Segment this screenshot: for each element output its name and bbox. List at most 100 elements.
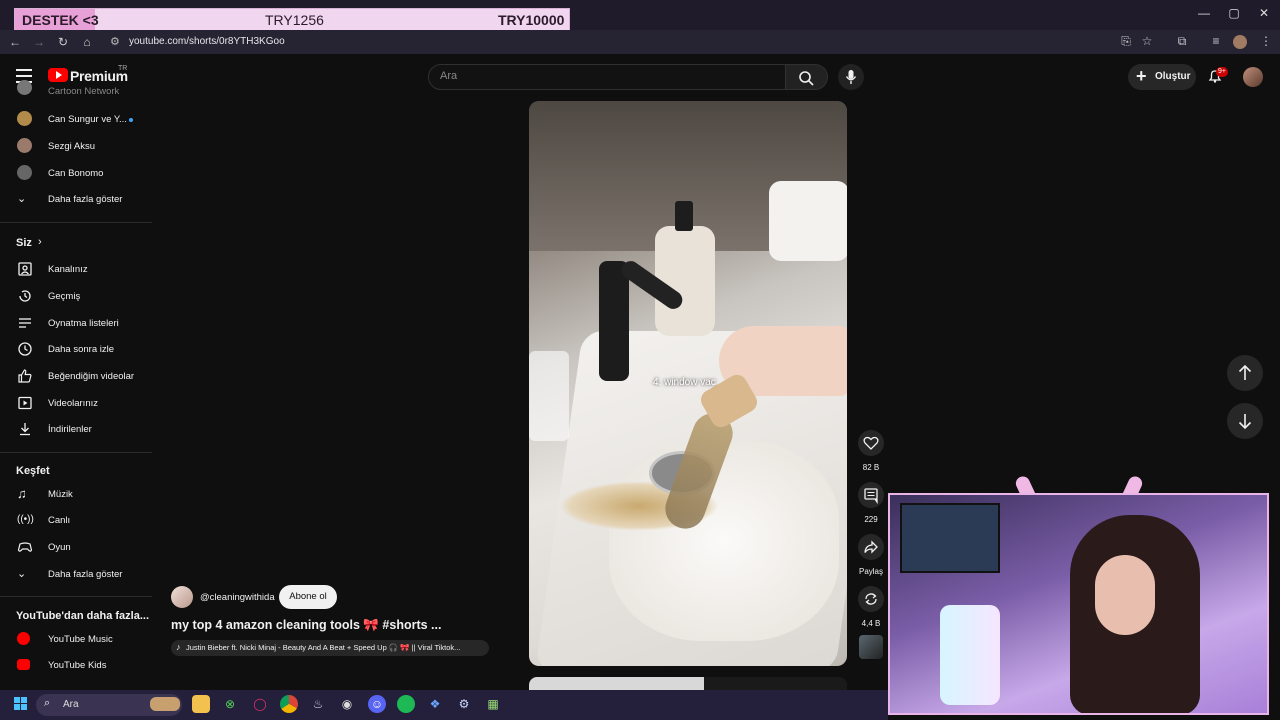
subscribe-button[interactable]: Abone ol [279, 585, 337, 609]
search-input[interactable] [428, 64, 786, 90]
spotify-icon[interactable] [397, 695, 415, 713]
back-icon[interactable]: ← [7, 34, 23, 50]
sidebar-item-label: Beğendiğim videolar [48, 371, 135, 382]
create-button[interactable]: + Oluştur [1128, 64, 1196, 90]
sidebar-item-label: Sezgi Aksu [48, 141, 95, 152]
install-app-icon[interactable]: ⎘ [1118, 34, 1134, 49]
sidebar-item-history[interactable]: Geçmiş [0, 283, 152, 309]
video-scene-soap-bottle [655, 226, 715, 336]
home-icon[interactable]: ⌂ [79, 34, 95, 50]
sidebar-item-label: Daha sonra izle [48, 344, 115, 355]
sidebar-item-live[interactable]: ((•)) Canlı [0, 507, 152, 533]
sidebar-item-youtube-music[interactable]: YouTube Music [0, 626, 152, 652]
sidebar-item-label: İndirilenler [48, 424, 92, 435]
video-title[interactable]: my top 4 amazon cleaning tools 🎀 #shorts… [171, 618, 441, 633]
opera-gx-icon[interactable]: ◯ [251, 695, 269, 713]
minimize-icon[interactable]: — [1194, 6, 1214, 20]
sidebar-item-gaming[interactable]: Oyun [0, 534, 152, 560]
browser-menu-icon[interactable]: ⋮ [1258, 34, 1274, 48]
browser-profile-avatar[interactable] [1233, 35, 1247, 49]
close-icon[interactable]: ✕ [1254, 6, 1274, 20]
remix-button[interactable] [858, 586, 884, 612]
streamer-webcam-feed [888, 493, 1269, 715]
previous-short-button[interactable] [1227, 355, 1263, 391]
sidebar-item-label: YouTube Music [48, 634, 113, 645]
sidebar-item-label: Oynatma listeleri [48, 318, 119, 329]
sidebar-item-label: Daha fazla göster [48, 194, 123, 205]
sidebar-item-downloads[interactable]: İndirilenler [0, 416, 152, 442]
sidebar-item-label: Can Bonomo [48, 168, 104, 179]
region-code: TR [118, 65, 128, 72]
voice-search-button[interactable] [838, 64, 864, 90]
you-section-heading[interactable]: Siz [16, 237, 32, 249]
settings-gear-icon[interactable]: ⚙ [455, 695, 473, 713]
next-short-preview[interactable] [529, 677, 847, 691]
show-more-button[interactable]: ⌄ Daha fazla göster [0, 186, 152, 212]
sidebar-item-label: Cartoon Network [48, 86, 120, 97]
obs-icon[interactable]: ◉ [338, 695, 356, 713]
sidebar-item-label: Oyun [48, 542, 71, 553]
video-scene-towels [769, 181, 847, 261]
music-note-icon: ♪ [176, 642, 181, 652]
channel-name[interactable]: @cleaningwithida [200, 592, 275, 603]
windows-start-icon[interactable] [14, 697, 28, 711]
sidebar-item-watch-later[interactable]: Daha sonra izle [0, 336, 152, 362]
media-controls-icon[interactable]: ≡ [1208, 34, 1224, 48]
xbox-icon[interactable]: ⊗ [221, 695, 239, 713]
video-icon [18, 396, 32, 410]
calculator-icon[interactable]: ▦ [484, 695, 502, 713]
webcam-scene-monitor [900, 503, 1000, 573]
maximize-icon[interactable]: ▢ [1224, 6, 1244, 20]
playlist-icon [19, 318, 31, 328]
steam-icon[interactable]: ♨ [309, 695, 327, 713]
account-avatar[interactable] [1243, 67, 1263, 87]
sidebar-subscription[interactable]: Can Sungur ve Y... [0, 106, 152, 132]
more-from-youtube-heading: YouTube'dan daha fazla... [16, 610, 149, 622]
sidebar-item-liked-videos[interactable]: Beğendiğim videolar [0, 363, 152, 389]
music-note-icon: ♫ [17, 486, 27, 501]
like-count: 82 B [862, 463, 880, 472]
explore-section-heading: Keşfet [16, 465, 50, 477]
sidebar-subscription[interactable]: Cartoon Network [0, 80, 152, 100]
vpn-icon[interactable]: ❖ [426, 695, 444, 713]
gamepad-icon [17, 542, 33, 552]
channel-avatar[interactable] [171, 586, 193, 608]
sidebar-item-label: Müzik [48, 489, 73, 500]
bookmark-star-icon[interactable]: ☆ [1139, 34, 1155, 48]
comments-button[interactable] [858, 482, 884, 508]
share-button[interactable] [858, 534, 884, 560]
extensions-icon[interactable]: ⧉ [1174, 34, 1190, 49]
like-button[interactable] [858, 430, 884, 456]
next-short-button[interactable] [1227, 403, 1263, 439]
sound-thumbnail[interactable] [859, 635, 883, 659]
chevron-down-icon: ⌄ [17, 568, 27, 580]
sidebar-item-playlists[interactable]: Oynatma listeleri [0, 310, 152, 336]
discord-icon[interactable]: ☺ [368, 695, 386, 713]
microphone-icon [845, 70, 857, 84]
channel-avatar [17, 138, 32, 153]
video-scene-basin [609, 441, 839, 641]
sidebar-item-label: Videolarınız [48, 398, 98, 409]
chrome-icon[interactable] [280, 695, 298, 713]
webcam-scene-lamp [940, 605, 1000, 705]
site-info-icon[interactable]: ⚙ [110, 35, 120, 48]
show-more-button[interactable]: ⌄ Daha fazla göster [0, 561, 152, 587]
sidebar-item-your-videos[interactable]: Videolarınız [0, 390, 152, 416]
create-label: Oluştur [1155, 71, 1191, 82]
sidebar-subscription[interactable]: Sezgi Aksu [0, 133, 152, 159]
sidebar-divider [0, 452, 152, 453]
download-icon [20, 423, 30, 436]
url-field[interactable]: youtube.com/shorts/0r8YTH3KGoo [129, 36, 285, 47]
overlay-goal-current: TRY1256 [265, 12, 324, 28]
search-button[interactable] [786, 64, 828, 90]
sidebar-item-your-channel[interactable]: Kanalınız [0, 256, 152, 282]
webcam-scene-person-face [1095, 555, 1155, 635]
reload-icon[interactable]: ↻ [55, 34, 71, 50]
comment-icon [864, 488, 878, 505]
forward-icon[interactable]: → [31, 34, 47, 50]
sidebar-item-youtube-kids[interactable]: YouTube Kids [0, 652, 152, 678]
sidebar-subscription[interactable]: Can Bonomo [0, 160, 152, 186]
file-explorer-icon[interactable] [192, 695, 210, 713]
taskbar-search-label: Ara [63, 699, 79, 710]
sidebar-item-music[interactable]: ♫ Müzik [0, 481, 152, 507]
